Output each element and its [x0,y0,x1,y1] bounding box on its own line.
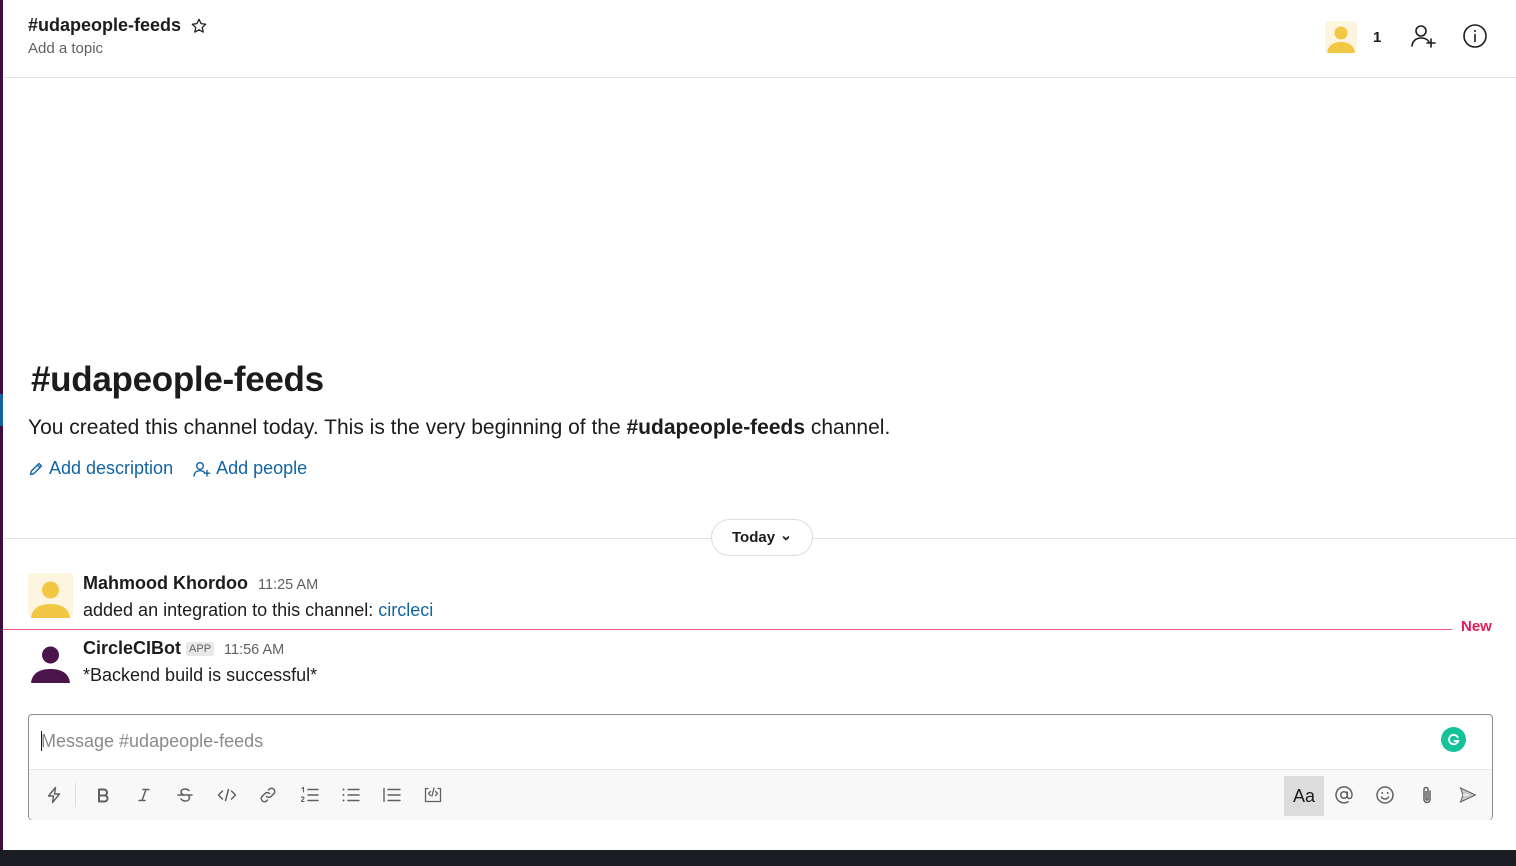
member-list-button[interactable]: 1 [1325,21,1381,53]
message-author[interactable]: CircleCIBot [83,638,181,659]
message-timestamp[interactable]: 11:56 AM [224,642,284,658]
strikethrough-icon[interactable] [167,777,203,813]
message-text-content: added an integration to this channel: [83,600,379,620]
message-header: Mahmood Khordoo 11:25 AM [83,573,318,594]
format-toggle-button[interactable]: Aa [1284,776,1324,816]
intro-text-before: You created this channel today. This is … [28,416,627,439]
add-people-label: Add people [216,458,308,478]
add-description-label: Add description [49,458,174,478]
code-block-icon[interactable] [415,777,451,813]
chevron-down-icon [782,535,790,541]
blockquote-icon[interactable] [374,777,410,813]
member-count: 1 [1373,28,1382,46]
ordered-list-icon[interactable] [292,777,328,813]
message-author[interactable]: Mahmood Khordoo [83,573,248,594]
channel-intro-actions: Add description Add people [28,458,307,479]
code-icon[interactable] [209,777,245,813]
formatting-toolbar: Aa [29,769,1492,820]
message-timestamp[interactable]: 11:25 AM [258,577,318,593]
sidebar-active-marker [0,394,3,426]
toolbar-separator [75,783,76,807]
integration-link[interactable]: circleci [378,600,433,620]
avatar[interactable] [28,573,73,618]
link-icon[interactable] [250,777,286,813]
bot-avatar[interactable] [28,638,73,683]
add-topic-link[interactable]: Add a topic [28,40,103,57]
member-avatar [1325,21,1357,53]
message-composer: Aa [28,714,1493,820]
bulleted-list-icon[interactable] [333,777,369,813]
message-text: *Backend build is successful* [83,665,318,685]
bold-icon[interactable] [85,777,121,813]
shortcuts-icon[interactable] [36,777,72,813]
app-badge: APP [186,642,215,656]
message-text: added an integration to this channel: ci… [83,600,433,621]
new-messages-label: New [1461,618,1492,635]
info-icon[interactable] [1461,22,1489,50]
add-description-link[interactable]: Add description [28,458,173,479]
intro-channel-name: #udapeople-feeds [626,416,806,439]
star-icon[interactable] [190,17,208,35]
channel-title-row: #udapeople-feeds [28,15,208,36]
channel-header: #udapeople-feeds Add a topic 1 [3,0,1516,78]
message-input[interactable] [41,729,1421,753]
new-messages-divider [3,629,1452,630]
italic-icon[interactable] [126,777,162,813]
channel-title[interactable]: #udapeople-feeds [28,15,181,36]
attach-icon[interactable] [1409,777,1445,813]
pencil-icon [29,462,43,475]
add-people-link[interactable]: Add people [193,458,307,479]
message-header: CircleCIBot APP 11:56 AM [83,638,284,659]
add-person-icon [193,461,211,477]
channel-intro-title: #udapeople-feeds [31,360,324,399]
day-divider-button[interactable]: Today [711,519,814,556]
grammarly-icon[interactable] [1441,727,1466,752]
channel-intro-text: You created this channel today. This is … [28,416,890,440]
mention-icon[interactable] [1326,777,1362,813]
window-bottom-bar [0,850,1516,866]
intro-text-after: channel. [805,416,891,439]
message-item: Mahmood Khordoo 11:25 AM added an integr… [28,573,628,623]
message-item: CircleCIBot APP 11:56 AM *Backend build … [28,638,628,688]
emoji-icon[interactable] [1367,777,1403,813]
send-icon[interactable] [1450,777,1486,813]
add-member-icon[interactable] [1410,22,1438,50]
day-label: Today [732,529,776,546]
text-caret [41,731,42,751]
